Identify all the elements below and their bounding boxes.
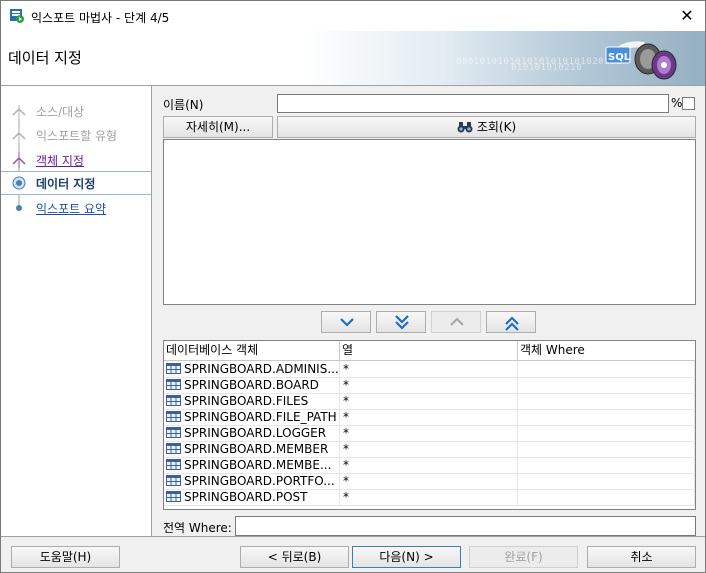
next-button[interactable]: 다음(N) > (352, 546, 461, 568)
column-header-db-object[interactable]: 데이터베이스 객체 (164, 341, 340, 360)
table-row[interactable]: SPRINGBOARD.MEMBER * (164, 441, 695, 458)
finish-button[interactable]: 완료(F) (469, 546, 578, 568)
name-label: 이름(N) (163, 98, 204, 112)
row-columns[interactable]: * (340, 441, 518, 457)
wizard-steps-sidebar: 소스/대상 익스포트할 유형 객체 지정 데이터 지정 익스포트 요약 (1, 86, 152, 536)
completed-step-icon (12, 152, 26, 168)
row-object-where[interactable] (518, 393, 695, 409)
help-button[interactable]: 도움말(H) (11, 546, 120, 568)
sql-export-logo: SQL (605, 41, 677, 80)
title-bar: 익스포트 마법사 - 단계 4/5 ✕ (1, 1, 705, 31)
window-title: 익스포트 마법사 - 단계 4/5 (31, 11, 170, 25)
header-binary-text: 010101010210 (511, 63, 583, 73)
chevron-up-icon (450, 317, 464, 326)
footer-divider (1, 536, 705, 537)
binoculars-icon (457, 122, 473, 133)
row-object-where[interactable] (518, 425, 695, 441)
wizard-header: 0001010101010101010101020101 01010101021… (1, 31, 705, 86)
column-header-columns[interactable]: 열 (340, 341, 518, 360)
lookup-button-label: 조회(K) (476, 120, 517, 134)
back-button[interactable]: < 뒤로(B) (240, 546, 349, 568)
selected-objects-table: 데이터베이스 객체 열 객체 Where SPRINGBOARD.ADMINIS… (163, 340, 696, 510)
table-row[interactable]: SPRINGBOARD.LOGGER * (164, 425, 695, 442)
table-row[interactable]: SPRINGBOARD.FILE_PATH * (164, 409, 695, 426)
step-export-type: 익스포트할 유형 (1, 124, 151, 146)
row-columns[interactable]: * (340, 489, 518, 505)
page-title: 데이터 지정 (8, 49, 82, 67)
step-label: 익스포트할 유형 (36, 129, 118, 143)
table-row[interactable]: SPRINGBOARD.ADMINIS... * (164, 361, 695, 378)
wildcard-checkbox[interactable] (682, 97, 695, 110)
row-columns[interactable]: * (340, 361, 518, 377)
move-up-button[interactable] (431, 311, 481, 333)
table-row[interactable]: SPRINGBOARD.MEMBE... * (164, 457, 695, 474)
row-object-name: SPRINGBOARD.MEMBER (164, 441, 340, 457)
lookup-button[interactable]: 조회(K) (277, 116, 696, 138)
row-columns[interactable]: * (340, 473, 518, 489)
row-object-name: SPRINGBOARD.ADMINIS... (164, 361, 340, 377)
svg-text:SQL: SQL (608, 52, 631, 63)
table-row[interactable]: SPRINGBOARD.BOARD * (164, 377, 695, 394)
table-row[interactable]: SPRINGBOARD.POST * (164, 489, 695, 506)
row-object-name: SPRINGBOARD.PORTFO... (164, 473, 340, 489)
name-filter-input[interactable] (277, 94, 669, 113)
step-source-target: 소스/대상 (1, 100, 151, 122)
table-header: 데이터베이스 객체 열 객체 Where (164, 341, 695, 361)
wizard-app-icon (10, 9, 24, 23)
move-all-down-button[interactable] (376, 311, 426, 333)
table-row[interactable]: SPRINGBOARD.FILES * (164, 393, 695, 410)
step-specify-data: 데이터 지정 (1, 171, 151, 195)
row-object-where[interactable] (518, 473, 695, 489)
row-object-name: SPRINGBOARD.BOARD (164, 377, 340, 393)
row-object-where[interactable] (518, 441, 695, 457)
step-label: 데이터 지정 (36, 177, 96, 191)
row-object-name: SPRINGBOARD.POST (164, 489, 340, 505)
row-object-name: SPRINGBOARD.FILE_PATH (164, 409, 340, 425)
pending-step-icon (16, 205, 22, 211)
move-down-button[interactable] (321, 311, 371, 333)
row-columns[interactable]: * (340, 393, 518, 409)
row-columns[interactable]: * (340, 457, 518, 473)
step-label[interactable]: 객체 지정 (36, 152, 84, 169)
table-row[interactable]: SPRINGBOARD.PORTFO... * (164, 473, 695, 490)
step-export-summary[interactable]: 익스포트 요약 (1, 197, 151, 219)
step-label: 소스/대상 (36, 105, 85, 119)
step-specify-objects[interactable]: 객체 지정 (1, 149, 151, 171)
column-header-object-where[interactable]: 객체 Where (518, 341, 695, 360)
cancel-button[interactable]: 취소 (587, 546, 696, 568)
double-chevron-down-icon (395, 315, 409, 330)
row-object-where[interactable] (518, 489, 695, 505)
export-wizard-window: 익스포트 마법사 - 단계 4/5 ✕ 00010101010101010101… (0, 0, 706, 573)
row-columns[interactable]: * (340, 425, 518, 441)
row-object-where[interactable] (518, 377, 695, 393)
current-step-icon (12, 176, 26, 190)
step-label[interactable]: 익스포트 요약 (36, 200, 106, 217)
percent-label: % (671, 96, 683, 110)
completed-step-icon (12, 127, 26, 143)
more-button[interactable]: 자세히(M)... (163, 116, 273, 138)
row-object-where[interactable] (518, 457, 695, 473)
row-object-name: SPRINGBOARD.MEMBE... (164, 457, 340, 473)
double-chevron-up-icon (505, 316, 519, 331)
completed-step-icon (12, 105, 26, 119)
available-objects-list[interactable] (163, 139, 696, 305)
row-columns[interactable]: * (340, 377, 518, 393)
row-object-where[interactable] (518, 361, 695, 377)
chevron-down-icon (340, 318, 354, 327)
row-object-where[interactable] (518, 409, 695, 425)
row-columns[interactable]: * (340, 409, 518, 425)
global-where-label: 전역 Where: (163, 521, 232, 535)
row-object-name: SPRINGBOARD.LOGGER (164, 425, 340, 441)
row-object-name: SPRINGBOARD.FILES (164, 393, 340, 409)
move-all-up-button[interactable] (486, 311, 536, 333)
close-icon[interactable]: ✕ (675, 5, 699, 27)
global-where-input[interactable] (235, 516, 696, 536)
